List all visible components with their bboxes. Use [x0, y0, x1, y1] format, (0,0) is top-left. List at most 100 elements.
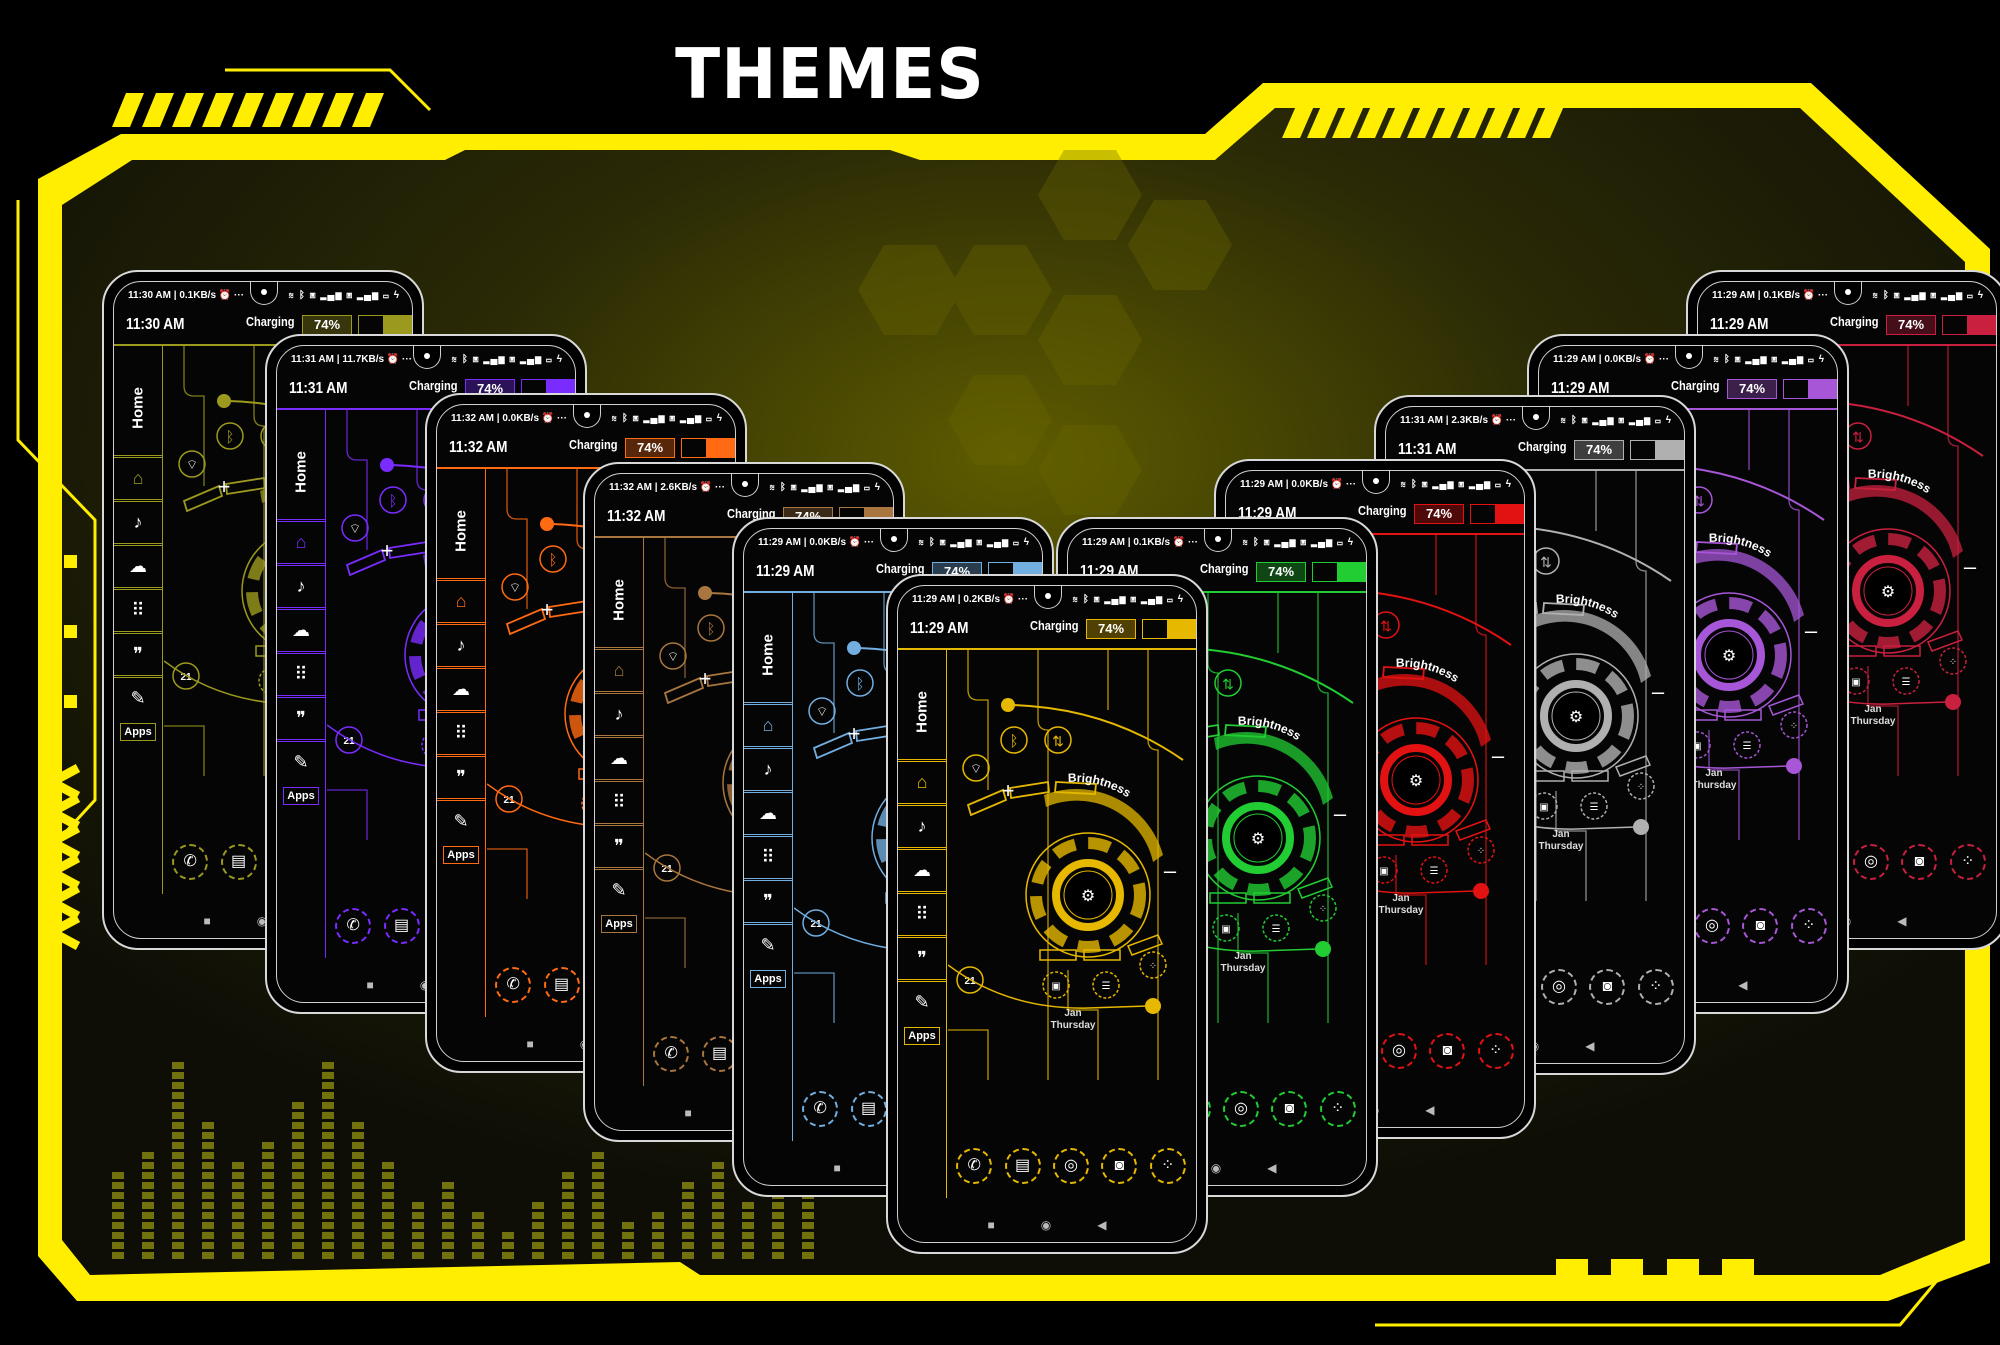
sidebar-chat-icon[interactable]: ❞ [114, 631, 162, 674]
dock-messages-icon[interactable]: ▤ [220, 844, 257, 880]
settings-dial[interactable]: ⚙ [1195, 775, 1321, 901]
wifi-toggle[interactable]: ⌔ [659, 642, 687, 670]
dock-app-folder-icon[interactable]: ⁘ [1637, 969, 1674, 1005]
minus-icon[interactable]: – [1805, 618, 1818, 643]
sidebar-cloud-icon[interactable]: ☁ [898, 847, 946, 890]
app-folder-shortcut[interactable]: ⁘ [1939, 647, 1967, 675]
app-folder-shortcut[interactable]: ☰ [1892, 667, 1920, 695]
back-button[interactable]: ◀ [1097, 1218, 1106, 1232]
recents-button[interactable]: ■ [988, 1218, 995, 1232]
dock-chrome-icon[interactable]: ◎ [1052, 1148, 1089, 1184]
dock-chrome-icon[interactable]: ◎ [1540, 969, 1577, 1005]
sidebar-chat-icon[interactable]: ❞ [437, 754, 485, 797]
app-folder-shortcut[interactable]: ☰ [1580, 792, 1608, 820]
minus-icon[interactable]: – [1492, 743, 1505, 768]
bluetooth-toggle[interactable]: ᛒ [846, 669, 874, 697]
sidebar-music-icon[interactable]: ♪ [595, 691, 643, 734]
dock-app-folder-icon[interactable]: ⁘ [1149, 1148, 1186, 1184]
bluetooth-toggle[interactable]: ᛒ [697, 614, 725, 642]
recents-button[interactable]: ■ [527, 1037, 534, 1051]
sidebar-dialpad-icon[interactable]: ⠿ [114, 587, 162, 630]
bluetooth-toggle[interactable]: ᛒ [539, 545, 567, 573]
wifi-toggle[interactable]: ⌔ [341, 514, 369, 542]
sidebar-chat-icon[interactable]: ❞ [744, 878, 792, 921]
dock-messages-icon[interactable]: ▤ [850, 1091, 887, 1127]
sidebar-home-icon[interactable]: ⌂ [114, 455, 162, 498]
plus-icon[interactable]: + [541, 597, 554, 622]
dock-chrome-icon[interactable]: ◎ [1380, 1033, 1417, 1069]
apps-button[interactable]: Apps [601, 915, 637, 933]
sidebar-dialpad-icon[interactable]: ⠿ [595, 779, 643, 822]
sidebar-music-icon[interactable]: ♪ [437, 622, 485, 665]
plus-icon[interactable]: + [1002, 778, 1015, 803]
dock-chrome-icon[interactable]: ◎ [1852, 844, 1889, 880]
dock-app-folder-icon[interactable]: ⁘ [1477, 1033, 1514, 1069]
home-nav-button[interactable]: ◉ [1211, 1161, 1221, 1175]
apps-button[interactable]: Apps [750, 970, 786, 988]
sidebar-home-icon[interactable]: ⌂ [437, 578, 485, 621]
dock-phone-icon[interactable]: ✆ [956, 1148, 993, 1184]
minus-icon[interactable]: – [1964, 554, 1977, 579]
app-folder-shortcut[interactable]: ☰ [1420, 856, 1448, 884]
dock-app-folder-icon[interactable]: ⁘ [1949, 844, 1986, 880]
sidebar-chat-icon[interactable]: ❞ [898, 935, 946, 978]
sidebar-chat-icon[interactable]: ❞ [277, 695, 325, 738]
bluetooth-toggle[interactable]: ᛒ [216, 422, 244, 450]
recents-button[interactable]: ■ [367, 978, 374, 992]
app-folder-shortcut[interactable]: ☰ [1262, 914, 1290, 942]
sidebar-cloud-icon[interactable]: ☁ [437, 666, 485, 709]
wifi-toggle[interactable]: ⌔ [501, 573, 529, 601]
dock-phone-icon[interactable]: ✆ [653, 1036, 690, 1072]
dock-phone-icon[interactable]: ✆ [335, 908, 372, 944]
dock-camera-icon[interactable]: ◙ [1742, 908, 1779, 944]
dock-camera-icon[interactable]: ◙ [1101, 1148, 1138, 1184]
dock-camera-icon[interactable]: ◙ [1429, 1033, 1466, 1069]
dock-phone-icon[interactable]: ✆ [172, 844, 209, 880]
apps-button[interactable]: Apps [443, 846, 479, 864]
dock-messages-icon[interactable]: ▤ [1004, 1148, 1041, 1184]
wifi-toggle[interactable]: ⌔ [962, 754, 990, 782]
app-folder-shortcut[interactable]: ☰ [1092, 971, 1120, 999]
back-button[interactable]: ◀ [1425, 1103, 1434, 1117]
recents-button[interactable]: ■ [204, 914, 211, 928]
sidebar-dialpad-icon[interactable]: ⠿ [277, 651, 325, 694]
sidebar-edit-icon[interactable]: ✎ [744, 922, 792, 965]
minus-icon[interactable]: – [1164, 858, 1177, 883]
wifi-toggle[interactable]: ⌔ [808, 697, 836, 725]
plus-icon[interactable]: + [218, 474, 231, 499]
sidebar-dialpad-icon[interactable]: ⠿ [744, 834, 792, 877]
recents-button[interactable]: ■ [834, 1161, 841, 1175]
sidebar-dialpad-icon[interactable]: ⠿ [898, 891, 946, 934]
back-button[interactable]: ◀ [1738, 978, 1747, 992]
sidebar-home-icon[interactable]: ⌂ [898, 759, 946, 802]
sidebar-music-icon[interactable]: ♪ [114, 499, 162, 542]
sidebar-cloud-icon[interactable]: ☁ [277, 607, 325, 650]
apps-button[interactable]: Apps [904, 1027, 940, 1045]
phone-preview-yellow[interactable]: 11:29 AM | 0.2KB/s ⏰ ··· ≋ ᛒ ▣ ▂▄▆ ▣ ▂▄▆ … [886, 574, 1208, 1254]
app-folder-shortcut[interactable]: ⁘ [1139, 951, 1167, 979]
dock-chrome-icon[interactable]: ◎ [1693, 908, 1730, 944]
dock-camera-icon[interactable]: ◙ [1271, 1091, 1308, 1127]
sidebar-edit-icon[interactable]: ✎ [114, 675, 162, 718]
wifi-toggle[interactable]: ⌔ [178, 450, 206, 478]
dock-chrome-icon[interactable]: ◎ [1222, 1091, 1259, 1127]
dock-camera-icon[interactable]: ◙ [1901, 844, 1938, 880]
apps-button[interactable]: Apps [120, 723, 156, 741]
app-folder-shortcut[interactable]: ☰ [1733, 731, 1761, 759]
dock-messages-icon[interactable]: ▤ [383, 908, 420, 944]
plus-icon[interactable]: + [699, 666, 712, 691]
sidebar-edit-icon[interactable]: ✎ [595, 867, 643, 910]
sidebar-dialpad-icon[interactable]: ⠿ [437, 710, 485, 753]
app-folder-shortcut[interactable]: ⁘ [1467, 836, 1495, 864]
sidebar-home-icon[interactable]: ⌂ [595, 647, 643, 690]
dock-phone-icon[interactable]: ✆ [802, 1091, 839, 1127]
data-toggle[interactable]: ⇅ [1044, 726, 1072, 754]
data-toggle[interactable]: ⇅ [1532, 547, 1560, 575]
minus-icon[interactable]: – [1652, 679, 1665, 704]
sidebar-edit-icon[interactable]: ✎ [437, 798, 485, 841]
back-button[interactable]: ◀ [1267, 1161, 1276, 1175]
sidebar-music-icon[interactable]: ♪ [277, 563, 325, 606]
app-folder-shortcut[interactable]: ▣ [1042, 971, 1070, 999]
bluetooth-toggle[interactable]: ᛒ [379, 486, 407, 514]
app-folder-shortcut[interactable]: ⁘ [1627, 772, 1655, 800]
